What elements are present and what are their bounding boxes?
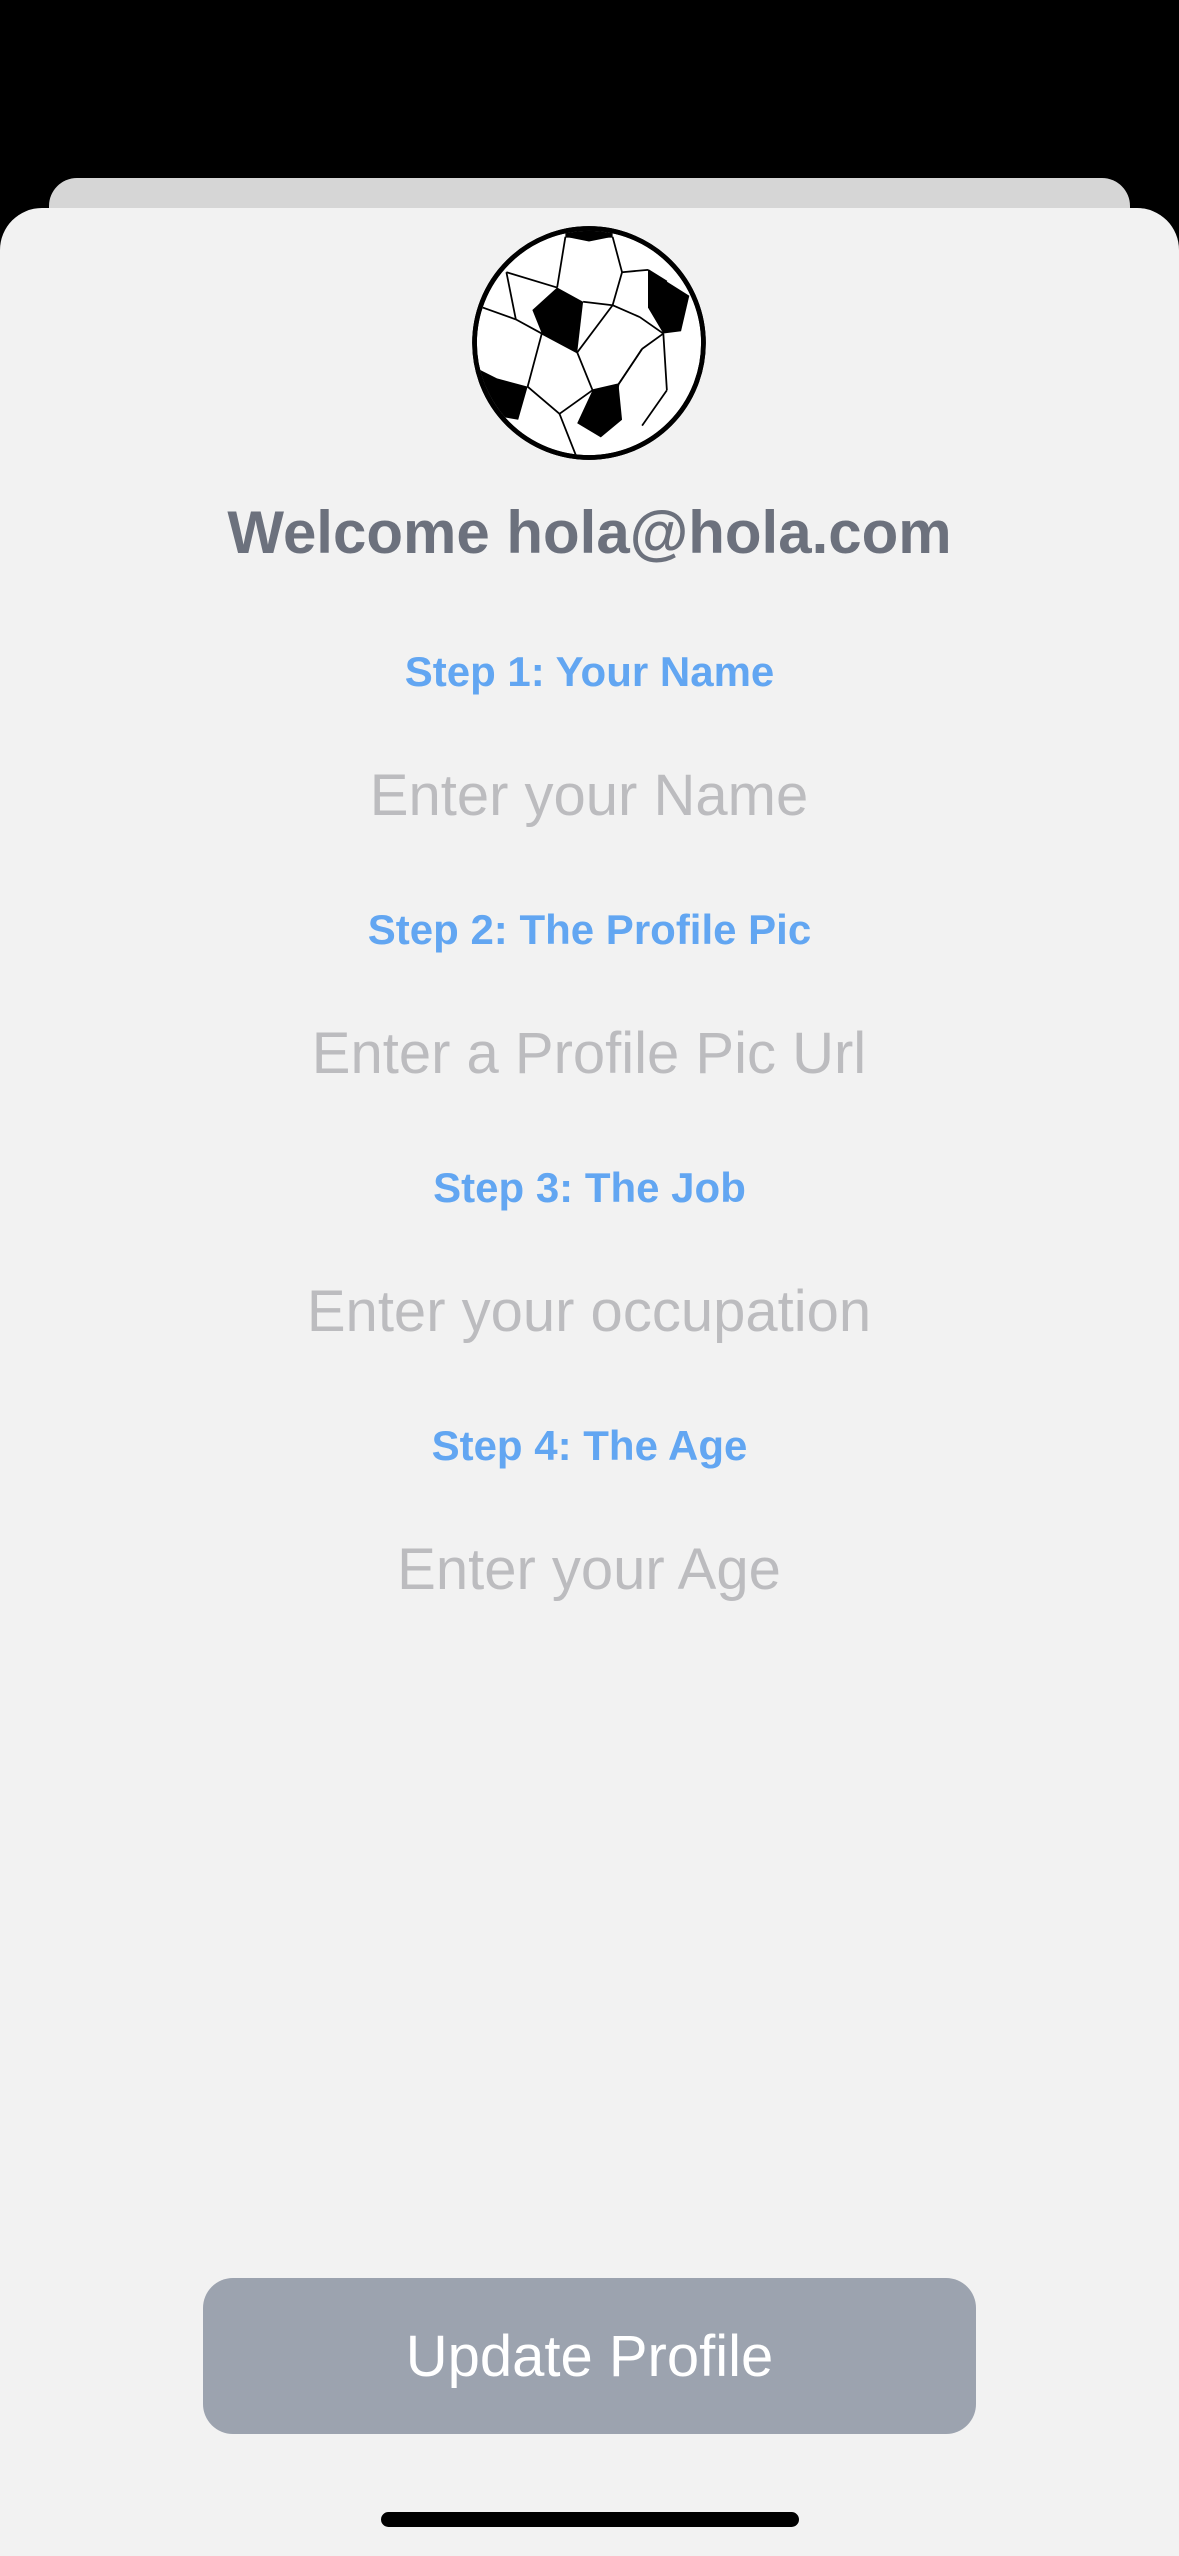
update-profile-button[interactable]: Update Profile bbox=[203, 2278, 976, 2434]
profile-pic-url-input[interactable] bbox=[189, 1011, 989, 1095]
profile-sheet: Welcome hola@hola.com Step 1: Your Name … bbox=[0, 208, 1179, 2556]
step-3-label: Step 3: The Job bbox=[433, 1164, 746, 1211]
occupation-input[interactable] bbox=[189, 1269, 989, 1353]
welcome-heading: Welcome hola@hola.com bbox=[227, 499, 952, 566]
home-indicator[interactable] bbox=[381, 2512, 799, 2527]
step-4-label: Step 4: The Age bbox=[431, 1422, 748, 1469]
step-2-label: Step 2: The Profile Pic bbox=[367, 906, 812, 953]
name-input[interactable] bbox=[189, 753, 989, 837]
soccer-ball-icon bbox=[472, 226, 706, 460]
age-input[interactable] bbox=[189, 1527, 989, 1611]
step-1-label: Step 1: Your Name bbox=[404, 648, 775, 695]
